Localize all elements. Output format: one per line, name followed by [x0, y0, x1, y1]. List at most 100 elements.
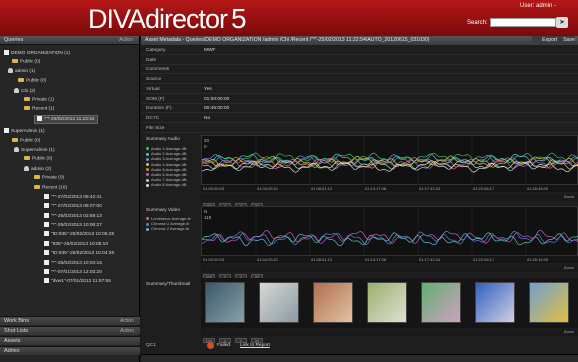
tree-item[interactable]: Chi (2)	[14, 88, 35, 95]
legend-item: Chroma V Average-lb	[146, 226, 191, 231]
tree-item[interactable]: "ID:935"-25/02/2013 10:05:25	[44, 231, 114, 238]
document-icon	[37, 116, 42, 121]
video-controls: <<< < > >> Zoom	[201, 265, 578, 279]
save-button[interactable]: Save	[563, 37, 575, 43]
tree-item[interactable]: Private (0)	[34, 175, 64, 181]
tree-item[interactable]: Public (0)	[12, 138, 40, 144]
video-thumbnail[interactable]	[367, 282, 407, 323]
audio-controls: <<<<>>>Zoom	[201, 194, 578, 208]
folder-icon	[12, 138, 18, 142]
video-thumbnail[interactable]	[529, 282, 569, 323]
tree-item[interactable]: "*"-07/01/2013 12:03:20	[44, 269, 102, 276]
field-value[interactable]: 00:45:00:00	[204, 104, 229, 113]
queries-action-menu[interactable]: Action	[119, 36, 133, 45]
zoom-control[interactable]: Zoom	[564, 330, 574, 335]
tree-item[interactable]: "ID:935"-25/02/2013 10:04:26	[44, 250, 114, 257]
tree-item[interactable]: "*"-25/02/2013 10:06:27	[44, 222, 102, 229]
document-icon	[44, 231, 49, 236]
section-label: Shot Lists	[4, 328, 29, 334]
queries-header[interactable]: Queries Action	[0, 36, 139, 45]
user-icon	[14, 147, 19, 152]
tree-item[interactable]: Private (1)	[24, 97, 54, 103]
search-input[interactable]	[490, 18, 556, 27]
tree-item-label: "ID:935"-25/02/2013 10:04:26	[51, 250, 115, 256]
qc-status: Failed	[217, 343, 231, 348]
tree-item-label: Recent (1)	[32, 106, 55, 112]
tree-item[interactable]: "*"-25/02/2013 03:59:13	[44, 213, 102, 220]
tree-item[interactable]: Recent (10)	[34, 185, 67, 191]
metadata-row: Virtual Yes	[141, 85, 578, 94]
audio-timecodes: 01:00:00:03 01:04:25:21 01:08:51:13 01:13:1…	[201, 185, 578, 192]
section-label: Admin	[4, 348, 20, 354]
tree-item-label: "*"-25/02/2013 03:59:13	[51, 213, 102, 219]
tree-item[interactable]: Public (0)	[12, 59, 40, 65]
tree-item[interactable]: "*"-27/02/2013 09:42:41	[44, 194, 102, 201]
document-icon	[44, 222, 49, 227]
section-action-menu[interactable]: Action	[120, 327, 134, 336]
tree-item[interactable]: SuperAdmin (1)	[4, 128, 45, 135]
axis-label: N	[204, 209, 207, 214]
export-button[interactable]: Export	[542, 37, 557, 43]
video-thumbnail[interactable]	[259, 282, 299, 323]
section-action-menu[interactable]: Action	[120, 317, 134, 326]
tree-item[interactable]: admin (1)	[8, 68, 35, 75]
video-thumbnail[interactable]	[205, 282, 245, 323]
timecode-label: 01:04:25:21	[257, 257, 279, 262]
left-section-header[interactable]: Assets	[0, 336, 140, 345]
tree-item[interactable]: Public (0)	[18, 78, 46, 84]
tree-item[interactable]: *"*-25/02/2013 11:22:54	[34, 115, 98, 124]
tree-item-label: "*"-07/01/2013 12:03:20	[51, 269, 102, 275]
video-thumbnail[interactable]	[313, 282, 353, 323]
timecode-label: 01:26:34:09	[527, 257, 549, 262]
metadata-row: Category MWF	[141, 46, 578, 55]
thumbnail-label: Summary/Thumbnail	[146, 282, 191, 287]
tree-item[interactable]: "935"-25/02/2013 10:05:10	[44, 241, 108, 248]
timecode-label: 01:08:51:13	[311, 257, 333, 262]
audio-waveform-graph[interactable]: 20 0	[201, 135, 578, 186]
field-label: Comments	[146, 67, 170, 73]
tree-item[interactable]: "*"-27/02/2013 09:07:00	[44, 203, 102, 210]
tree-item[interactable]: DEMO ORGANIZATION (1)	[4, 50, 70, 57]
video-summary-label: Summary Video	[146, 208, 181, 213]
thumbnail-strip	[201, 278, 578, 328]
tree-item[interactable]: SuperAdmin (1)	[14, 147, 55, 154]
video-thumbnail[interactable]	[421, 282, 461, 323]
video-waveform-graph[interactable]: N 118	[201, 206, 578, 257]
left-section-header[interactable]: Shot Lists Action	[0, 326, 140, 335]
tree-item[interactable]: Public (0)	[24, 156, 52, 162]
document-icon	[44, 241, 49, 246]
zoom-control[interactable]: Zoom	[564, 195, 574, 200]
legend-item: Audio 8 Average-dB	[146, 182, 187, 187]
top-bar: DIVAdirector 5 User: admin - Search: ➤	[0, 0, 578, 36]
metadata-row: DCTC No	[141, 114, 578, 123]
video-thumbnail[interactable]	[475, 282, 515, 323]
left-section-header[interactable]: Admin	[0, 346, 140, 355]
field-label: File Size	[146, 125, 165, 131]
timecode-label: 01:13:17:08	[365, 257, 387, 262]
field-value[interactable]: Yes	[204, 85, 212, 94]
timecode-label: 01:17:42:24	[419, 257, 441, 262]
tree-item-label: Recent (10)	[42, 185, 68, 191]
tree-item[interactable]: "*"-25/02/2013 10:04:15	[44, 260, 102, 267]
tree-item[interactable]: Recent (1)	[24, 106, 54, 112]
field-value[interactable]: 01:00:00:00	[204, 95, 229, 104]
search-arrow-icon[interactable]: ➤	[556, 17, 568, 28]
field-value[interactable]: No	[204, 114, 210, 123]
field-label: SOM (F)	[146, 96, 165, 102]
timecode-label: 01:17:42:24	[419, 186, 441, 191]
timecode-label: 01:13:17:08	[365, 186, 387, 191]
folder-icon	[34, 185, 40, 189]
zoom-control[interactable]: Zoom	[564, 266, 574, 271]
tree-item[interactable]: admin (2)	[24, 166, 51, 173]
metadata-row: Source	[141, 75, 578, 85]
tree-item-label: admin (1)	[15, 68, 36, 74]
tree-item[interactable]: "dvw1"-07/01/2013 11:57:55	[44, 278, 111, 285]
field-value[interactable]: MWF	[204, 46, 215, 55]
field-label: Category	[146, 48, 166, 53]
timecode-label: 01:00:00:03	[203, 186, 225, 191]
axis-label: 0	[204, 144, 207, 149]
tree-item-label: "*"-27/02/2013 09:07:00	[51, 203, 102, 209]
report-link[interactable]: Link to Report	[240, 340, 270, 351]
left-section-header[interactable]: Work Bins Action	[0, 316, 140, 325]
user-menu[interactable]: User: admin -	[520, 3, 556, 9]
